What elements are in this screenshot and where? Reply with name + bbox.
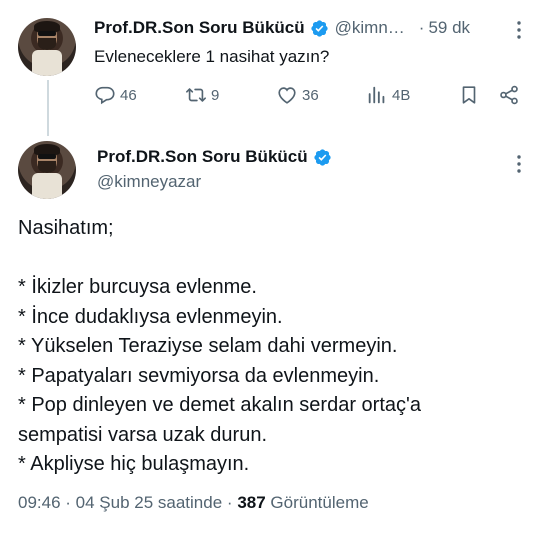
text-line: * Papatyaları sevmiyorsa da evlenmeyin. [18,364,380,387]
like-count: 36 [302,86,319,104]
reply-icon [95,86,115,105]
parent-display-name[interactable]: Prof.DR.Son Soru Bükücü [94,18,305,38]
parent-tweet-text: Evleneceklere 1 nasihat yazın? [94,47,330,66]
like-button[interactable]: 36 [276,84,319,106]
text-line: Nasihatım; [18,217,114,239]
views-button[interactable]: 4B [366,84,410,106]
view-count: 387 [237,493,266,512]
share-button[interactable] [498,84,520,106]
views-count: 4B [392,86,411,104]
reply-tweet-text: Nasihatım; * İkizler burcuysa evlenme. *… [18,214,421,480]
bookmark-button[interactable] [458,84,480,106]
views-chart-icon [368,86,385,104]
reply-more-options-icon[interactable] [512,154,526,179]
text-line: * Pop dinleyen ve demet akalın serdar or… [18,394,421,416]
tweet-meta: 09:46 · 04 Şub 25 saatinde · 387 Görüntü… [18,493,369,513]
retweet-button[interactable]: 9 [185,84,219,106]
reply-avatar[interactable] [18,141,76,199]
parent-handle[interactable]: @kimn… [335,18,405,38]
text-line: sempatisi varsa uzak durun. [18,423,268,446]
share-icon [500,85,518,105]
text-line: * İnce dudaklıysa evlenmeyin. [18,305,283,328]
parent-action-bar: 46 9 36 4B [94,84,524,108]
reply-display-name[interactable]: Prof.DR.Son Soru Bükücü [97,147,308,167]
text-line [18,244,421,274]
text-line: * Yükselen Teraziyse selam dahi vermeyin… [18,335,398,357]
text-line: * İkizler burcuysa evlenme. [18,276,257,298]
heart-icon [278,87,296,104]
retweet-count: 9 [211,86,220,104]
tweet-timestamp[interactable]: 09:46 · 04 Şub 25 saatinde [18,493,222,512]
view-label: Görüntüleme [270,493,369,512]
parent-header: Prof.DR.Son Soru Bükücü @kimn… · 59 dk [94,18,470,38]
reply-header-name-row: Prof.DR.Son Soru Bükücü [97,147,332,167]
parent-timestamp[interactable]: 59 dk [428,18,470,38]
parent-avatar[interactable] [18,18,76,76]
retweet-icon [186,88,206,102]
verified-badge-icon [310,19,329,38]
reply-button[interactable]: 46 [94,84,137,106]
parent-time-separator: · [418,18,425,37]
reply-count: 46 [120,86,137,104]
reply-handle[interactable]: @kimneyazar [97,172,201,192]
meta-separator: · [226,493,233,512]
text-line: * Akpliyse hiç bulaşmayın. [18,453,250,475]
thread-connector-line [47,80,49,136]
parent-more-options-icon[interactable] [512,20,526,45]
verified-badge-icon [313,148,332,167]
bookmark-icon [462,86,476,104]
